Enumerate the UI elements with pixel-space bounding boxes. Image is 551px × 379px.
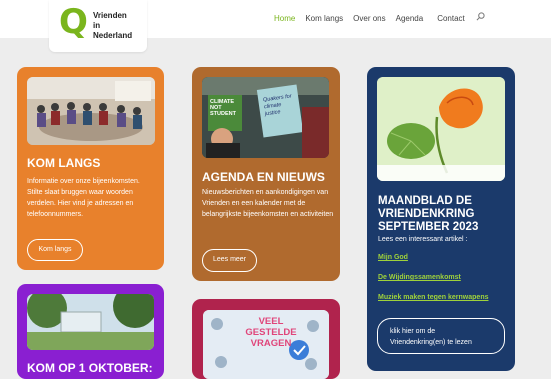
faq-illustration: VEEL GESTELDE VRAGEN [203, 310, 329, 379]
protest-sign-1: CLIMATE NOT STUDENT [210, 99, 236, 117]
main-nav: Home Kom langs Over ons Agenda Contact [274, 14, 475, 23]
garden-photo [27, 294, 154, 350]
logo-line-1: Vrienden [93, 11, 127, 20]
vriendenkring-read-button[interactable]: klik hier om de Vriendenkring(en) te lez… [377, 318, 505, 354]
card-text: Nieuwsberichten en aankondigingen van Vr… [202, 189, 334, 218]
nav-agenda[interactable]: Agenda [396, 14, 424, 23]
card-title: KOM LANGS [27, 156, 101, 170]
faq-title: VEEL GESTELDE VRAGEN [245, 316, 297, 349]
nav-kom-langs[interactable]: Kom langs [305, 14, 343, 23]
nasturtium-flower-image [377, 77, 505, 181]
meeting-photo [27, 77, 155, 145]
site-logo[interactable]: Q Vrienden in Nederland [49, 0, 147, 52]
logo-letter: Q [59, 2, 88, 42]
article-link-wijdingssamenkomst[interactable]: De Wijdingssamenkomst [378, 274, 461, 281]
card-title: KOM OP 1 OKTOBER: [27, 361, 153, 375]
nav-contact[interactable]: Contact [437, 14, 465, 23]
card-kom-op: KOM OP 1 OKTOBER: [17, 284, 164, 379]
search-icon[interactable] [476, 12, 485, 23]
logo-text: Vrienden in Nederland [93, 11, 132, 41]
article-link-mijn-god[interactable]: Mijn God [378, 254, 408, 261]
logo-line-3: Nederland [93, 31, 133, 40]
climate-protest-photo: CLIMATE NOT STUDENT Quakers for climate … [202, 77, 329, 158]
card-subtitle: Lees een interessant artikel : [378, 236, 468, 243]
nav-over-ons[interactable]: Over ons [353, 14, 385, 23]
kom-langs-button[interactable]: Kom langs [27, 239, 83, 261]
lees-meer-button[interactable]: Lees meer [202, 249, 257, 272]
logo-line-2: in [93, 21, 101, 30]
card-text: Informatie over onze bijeenkomsten. Stil… [27, 178, 140, 218]
card-maandblad: MAANDBLAD DE VRIENDENKRING SEPTEMBER 202… [367, 67, 515, 371]
article-link-muziek[interactable]: Muziek maken tegen kernwapens [378, 294, 488, 301]
nav-home[interactable]: Home [274, 14, 295, 23]
card-title: MAANDBLAD DE VRIENDENKRING SEPTEMBER 202… [378, 195, 479, 233]
card-faq: VEEL GESTELDE VRAGEN [192, 299, 340, 379]
card-kom-langs: KOM LANGS Informatie over onze bijeenkom… [17, 67, 164, 270]
card-title: AGENDA EN NIEUWS [202, 170, 325, 184]
card-agenda: CLIMATE NOT STUDENT Quakers for climate … [192, 67, 340, 281]
